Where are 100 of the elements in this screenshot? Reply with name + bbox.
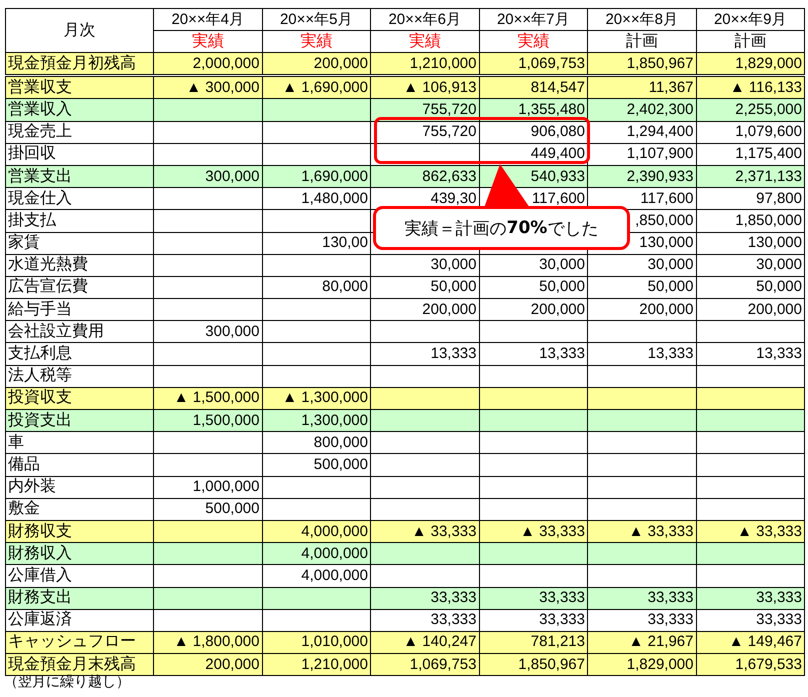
row-label: 車 [6,432,154,454]
table-cell: ▲ 1,800,000 [154,631,262,654]
month-header: 20××年7月 [479,8,588,30]
row-label: 広告宣伝費 [6,276,154,299]
table-cell: 33,333 [479,587,588,610]
table-cell: 4,000,000 [262,564,370,587]
table-cell: 50,000 [696,276,804,299]
table-cell: ▲ 33,333 [370,520,479,543]
table-cell: 2,000,000 [154,52,262,76]
row-label: 財務支出 [6,587,154,610]
table-cell: 50,000 [370,276,479,299]
row-label: 営業支出 [6,165,154,188]
row-label: 公庫返済 [6,609,154,632]
table-cell: 1,000,000 [154,476,262,498]
month-header: 20××年4月 [154,8,262,30]
row-label: 現金売上 [6,121,154,144]
table-cell: 200,000 [588,298,696,321]
table-cell: 500,000 [262,454,370,476]
row-label: 敷金 [6,498,154,520]
table-cell: 30,000 [588,254,696,276]
table-cell: 200,000 [262,52,370,76]
table-cell: 781,213 [479,631,588,654]
table-cell: ▲ 140,247 [370,631,479,654]
table-cell: 200,000 [696,298,804,321]
row-label: 内外装 [6,476,154,498]
table-cell: 30,000 [370,254,479,276]
header-cell: 月次 [6,8,154,52]
table-cell: 33,333 [370,587,479,610]
row-label: 財務収支 [6,520,154,543]
table-cell: 200,000 [370,298,479,321]
table-cell: 13,333 [696,342,804,366]
table-cell: 1,480,000 [262,188,370,210]
table-cell: 200,000 [479,298,588,321]
table-cell: ▲ 1,300,000 [262,387,370,410]
table-cell: 33,333 [696,587,804,610]
table-cell: ▲ 1,690,000 [262,76,370,99]
table-cell: 130,00 [262,232,370,254]
table-cell: 1,690,000 [262,165,370,188]
table-cell: 2,402,300 [588,98,696,122]
row-label: 掛支払 [6,210,154,232]
table-cell: ▲ 300,000 [154,76,262,99]
table-cell: 1,079,600 [696,121,804,144]
table-cell: 11,367 [588,76,696,99]
table-cell: 130,000 [696,232,804,254]
table-cell: 814,547 [479,76,588,99]
row-label: 投資収支 [6,387,154,410]
month-header: 20××年9月 [696,8,804,30]
row-label: 財務収入 [6,542,154,565]
table-cell: ▲ 33,333 [696,520,804,543]
row-label: 営業収入 [6,98,154,122]
table-cell: 33,333 [370,609,479,632]
table-cell: 2,371,133 [696,165,804,188]
table-cell: 862,633 [370,165,479,188]
table-cell: 800,000 [262,432,370,454]
row-label: 備品 [6,454,154,476]
table-cell: 33,333 [479,609,588,632]
table-cell: 1,107,900 [588,143,696,166]
table-cell: 4,000,000 [262,520,370,543]
table-cell: 1,829,000 [696,52,804,76]
table-cell: 13,333 [479,342,588,366]
table-cell: 1,175,400 [696,143,804,166]
month-header: 20××年6月 [370,8,479,30]
table-cell: 50,000 [479,276,588,299]
table-cell: 117,600 [588,188,696,210]
table-cell: 1,300,000 [262,410,370,432]
table-cell: 50,000 [588,276,696,299]
table-cell: 500,000 [154,498,262,520]
table-cell: 30,000 [696,254,804,276]
row-label: 水道光熱費 [6,254,154,276]
table-cell: 906,080 [479,121,588,144]
table-cell: 4,000,000 [262,542,370,565]
table-cell: 2,390,933 [588,165,696,188]
table-cell: ▲ 149,467 [696,631,804,654]
table-cell: ▲ 106,913 [370,76,479,99]
row-label: 営業収支 [6,76,154,99]
row-label: 現金仕入 [6,188,154,210]
row-label: 支払利息 [6,342,154,366]
table-cell: 1,829,000 [588,654,696,676]
callout-arrow [484,164,530,208]
table-cell: 1,500,000 [154,410,262,432]
table-cell: 1,210,000 [370,52,479,76]
table-cell: 13,333 [588,342,696,366]
table-cell: 30,000 [479,254,588,276]
table-cell: 1,069,753 [479,52,588,76]
table-cell: ▲ 33,333 [479,520,588,543]
table-cell: ▲ 1,500,000 [154,387,262,410]
table-cell: 1,069,753 [370,654,479,676]
row-label: 家賃 [6,232,154,254]
table-cell: 33,333 [588,587,696,610]
table-cell: 755,720 [370,121,479,144]
table-cell: 1,850,000 [696,210,804,232]
table-cell: 2,255,000 [696,98,804,122]
row-label: 法人税等 [6,365,154,388]
table-cell: 300,000 [154,320,262,343]
table-cell: 1,294,400 [588,121,696,144]
month-header: 20××年5月 [262,8,370,30]
table-cell: ▲ 21,967 [588,631,696,654]
row-label: キャッシュフロー [6,631,154,654]
row-label: 現金預金月初残高 [6,52,154,76]
row-label: 会社設立費用 [6,320,154,343]
